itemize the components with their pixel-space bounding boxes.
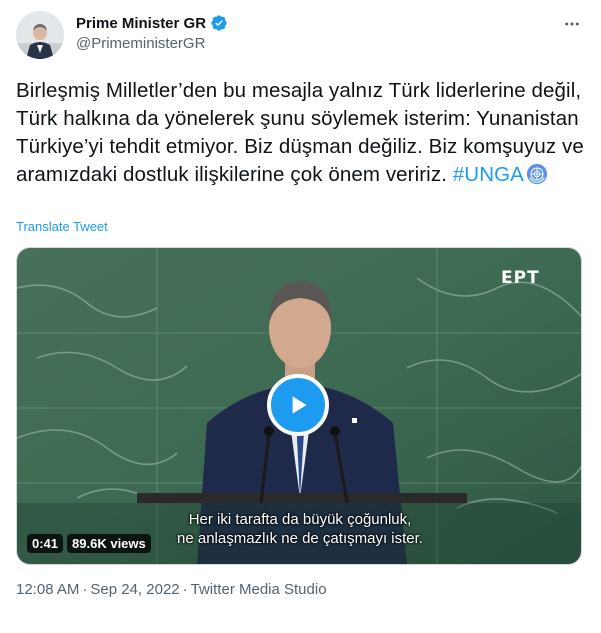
tweet-card: Prime Minister GR @PrimeministerGR Birle… [0,0,601,633]
subtitle-line-1: Her iki tarafta da büyük çoğunluk, [188,511,412,528]
author-name[interactable]: Prime Minister GR [76,14,228,32]
translate-tweet-link[interactable]: Translate Tweet [16,219,108,234]
author-handle[interactable]: @PrimeministerGR [76,35,205,52]
tweet-date[interactable]: Sep 24, 2022 [90,581,179,598]
play-icon [292,396,307,414]
video-player[interactable]: ΕΡΤ Her iki tarafta da büyük çoğunluk, n… [16,247,582,565]
verified-badge-icon [211,15,227,31]
tweet-time[interactable]: 12:08 AM [16,581,79,598]
tweet-source[interactable]: Twitter Media Studio [191,581,327,598]
video-duration: 0:41 [27,534,64,553]
avatar[interactable] [16,11,64,59]
hashtag-link[interactable]: #UNGA [453,163,524,186]
un-emblem-icon [526,163,548,185]
video-views: 89.6K views [67,534,151,553]
tweet-timestamp-row: 12:08 AM · Sep 24, 2022 · Twitter Media Stud… [16,581,327,598]
more-dots-icon [565,22,579,26]
more-options-button[interactable] [560,12,584,36]
separator-dot-2: · [182,581,188,598]
tweet-text: Birleşmiş Milletler’den bu mesajla yalnı… [16,77,591,189]
channel-logo: ΕΡΤ [501,268,540,288]
separator-dot: · [82,581,88,598]
play-button[interactable] [267,374,329,436]
author-name-text[interactable]: Prime Minister GR [76,15,206,32]
video-meta: 0:41 89.6K views [27,534,151,553]
